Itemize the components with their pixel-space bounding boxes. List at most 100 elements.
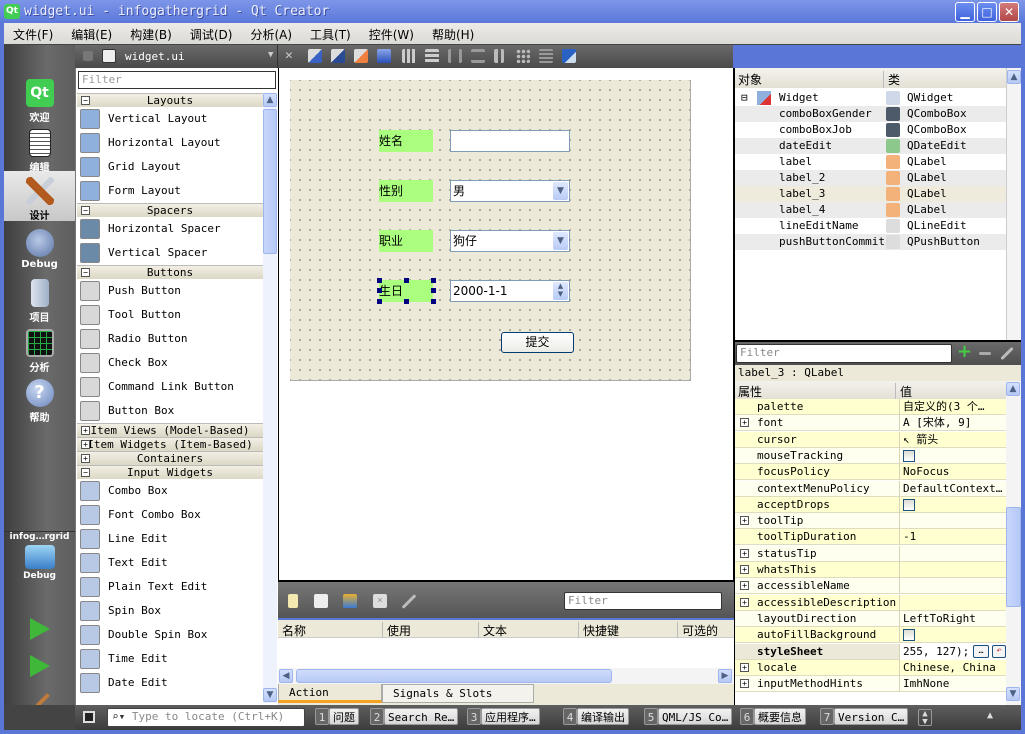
widget-category-buttons[interactable]: − Buttons <box>77 265 263 279</box>
property-filter-input[interactable]: Filter <box>736 344 952 363</box>
line-edit-name[interactable] <box>450 130 570 152</box>
delete-action-icon[interactable]: × <box>373 594 387 608</box>
edit-buddies-icon[interactable] <box>354 49 368 63</box>
combo-box-job[interactable]: 狗仔 ▼ <box>450 230 570 252</box>
copy-action-icon[interactable] <box>314 594 328 608</box>
widget-category-input-widgets[interactable]: − Input Widgets <box>77 465 263 479</box>
kit-selector[interactable]: infog…rgrid Debug <box>4 530 75 590</box>
expand-icon[interactable]: + <box>740 516 749 526</box>
output-pane-tab[interactable]: 1 问题 <box>315 708 359 727</box>
property-row-inputmethodhints[interactable]: + inputMethodHints ImhNone <box>735 676 1006 693</box>
property-row-contextmenupolicy[interactable]: contextMenuPolicy DefaultContext… <box>735 480 1006 497</box>
widget-item-plain-text-edit[interactable]: Plain Text Edit <box>79 575 263 599</box>
object-row[interactable]: label QLabel <box>735 154 1007 170</box>
output-pane-tab[interactable]: 3 应用程序… <box>467 708 540 727</box>
property-scrollbar[interactable]: ▲ ▼ <box>1006 381 1021 705</box>
resize-handle[interactable] <box>431 288 436 293</box>
property-row-whatsthis[interactable]: + whatsThis <box>735 562 1006 578</box>
maximize-output-icon[interactable]: ▲ <box>987 710 993 721</box>
column-header[interactable]: 使用 <box>382 622 411 639</box>
scroll-down-arrow[interactable]: ▼ <box>1006 687 1020 701</box>
paste-action-icon[interactable] <box>343 594 357 608</box>
object-row[interactable]: label_2 QLabel <box>735 170 1007 186</box>
property-value[interactable]: 255, 127);… ↶ <box>899 643 1006 660</box>
toggle-sidebar-icon[interactable] <box>83 711 95 723</box>
action-horizontal-scrollbar[interactable]: ◀ ▶ <box>278 668 734 684</box>
layout-horizontal-icon[interactable] <box>402 49 416 63</box>
expand-icon[interactable]: + <box>740 565 749 574</box>
scroll-up-arrow[interactable]: ▲ <box>1006 382 1020 396</box>
property-row-autofillbackground[interactable]: autoFillBackground <box>735 627 1006 644</box>
widget-item-horizontal-spacer[interactable]: Horizontal Spacer <box>79 217 263 241</box>
column-header[interactable]: 名称 <box>282 622 306 639</box>
output-pane-tab[interactable]: 5 QML/JS Co… <box>644 708 733 727</box>
chevron-down-icon[interactable]: ▼ <box>553 182 568 200</box>
maximize-button[interactable]: □ <box>977 2 997 22</box>
widget-category-item-widgets-item-based[interactable]: + Item Widgets (Item-Based) <box>77 437 263 451</box>
break-layout-icon[interactable] <box>539 49 553 63</box>
property-value[interactable]: -1 <box>899 529 1006 546</box>
property-value[interactable] <box>899 496 1006 513</box>
tab-action-editor[interactable]: Action Editor <box>278 684 382 717</box>
widget-item-spin-box[interactable]: Spin Box <box>79 599 263 623</box>
reset-property-icon[interactable]: ↶ <box>992 644 1006 658</box>
expand-icon[interactable]: + <box>740 679 749 689</box>
resize-handle[interactable] <box>377 278 382 283</box>
widget-item-font-combo-box[interactable]: Font Combo Box <box>79 503 263 527</box>
chevron-down-icon[interactable]: ▼ <box>553 232 568 250</box>
mode-analyze[interactable]: 分析 <box>4 323 75 374</box>
widget-item-check-box[interactable]: Check Box <box>79 351 263 375</box>
property-row-locale[interactable]: + locale Chinese, China <box>735 659 1006 676</box>
menu-build[interactable]: 构建(B) <box>130 23 172 43</box>
property-value[interactable]: 自定义的(3 个… <box>899 399 1006 415</box>
resize-handle[interactable] <box>431 299 436 304</box>
column-header[interactable]: 文本 <box>478 622 507 639</box>
layout-vertical-icon[interactable] <box>425 49 439 63</box>
property-value[interactable] <box>899 594 1006 611</box>
widget-item-grid-layout[interactable]: Grid Layout <box>79 155 263 179</box>
edit-signals-slots-icon[interactable] <box>331 49 345 63</box>
property-row-mousetracking[interactable]: mouseTracking <box>735 447 1006 464</box>
menu-file[interactable]: 文件(F) <box>13 23 53 43</box>
resize-handle[interactable] <box>404 299 409 304</box>
open-documents-combo[interactable]: widget.ui ▼ <box>75 45 278 68</box>
expand-icon[interactable]: + <box>81 440 90 449</box>
layout-v-splitter-icon[interactable] <box>471 49 485 63</box>
mode-design[interactable]: 设计 <box>4 171 75 222</box>
object-row[interactable]: comboBoxGender QComboBox <box>735 106 1007 122</box>
scroll-left-arrow[interactable]: ◀ <box>279 669 293 683</box>
property-row-accessiblename[interactable]: + accessibleName <box>735 578 1006 595</box>
property-value[interactable]: ↖ 箭头 <box>899 431 1006 448</box>
action-filter-input[interactable]: Filter <box>564 592 722 610</box>
label-gender[interactable]: 性别 <box>379 180 433 202</box>
widget-item-tool-button[interactable]: Tool Button <box>79 303 263 327</box>
menu-debug[interactable]: 调试(D) <box>190 23 233 43</box>
output-pane-tab[interactable]: 4 编译输出 <box>563 708 629 727</box>
scroll-down-arrow[interactable]: ▼ <box>263 688 277 702</box>
property-row-tooltipduration[interactable]: toolTipDuration -1 <box>735 529 1006 546</box>
property-row-focuspolicy[interactable]: focusPolicy NoFocus <box>735 464 1006 481</box>
expand-icon[interactable]: + <box>740 581 749 591</box>
add-property-icon[interactable]: + <box>957 343 972 361</box>
minimize-button[interactable]: ▁ <box>955 2 975 22</box>
widget-item-date-edit[interactable]: Date Edit <box>79 671 263 695</box>
property-value[interactable]: Chinese, China <box>899 659 1006 676</box>
property-value[interactable]: A [宋体, 9] <box>899 415 1006 432</box>
collapse-icon[interactable]: − <box>81 468 90 477</box>
property-value[interactable]: DefaultContext… <box>899 480 1006 497</box>
property-value[interactable]: LeftToRight <box>899 610 1006 627</box>
column-header[interactable]: 值 <box>895 383 912 400</box>
collapse-icon[interactable]: − <box>81 96 90 105</box>
submit-button[interactable]: 提交 <box>501 332 574 353</box>
debug-run-icon[interactable] <box>30 655 50 677</box>
spin-arrows-icon[interactable]: ▲ ▼ <box>553 282 568 300</box>
property-value[interactable] <box>899 627 1006 644</box>
widget-item-horizontal-layout[interactable]: Horizontal Layout <box>79 131 263 155</box>
expand-icon[interactable]: + <box>81 426 90 435</box>
property-checkbox[interactable] <box>903 629 915 642</box>
mode-projects[interactable]: 项目 <box>4 273 75 324</box>
scroll-up-arrow[interactable]: ▲ <box>263 93 277 107</box>
column-header[interactable]: 可选的 <box>677 622 718 639</box>
label-name[interactable]: 姓名 <box>379 130 433 152</box>
widget-category-spacers[interactable]: − Spacers <box>77 203 263 217</box>
